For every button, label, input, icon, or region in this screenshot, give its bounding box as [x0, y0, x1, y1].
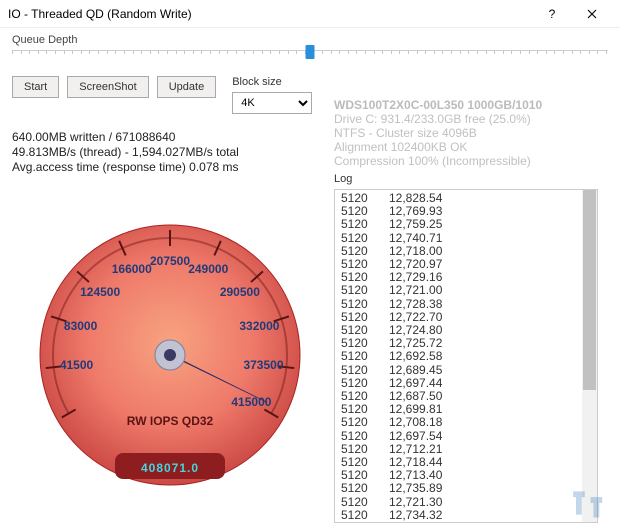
log-row: 512012,725.72: [341, 337, 595, 350]
blocksize-select[interactable]: 4K: [232, 92, 312, 114]
log-scrollbar[interactable]: [582, 190, 597, 522]
drive-info: WDS100T2X0C-00L350 1000GB/1010 Drive C: …: [334, 98, 542, 168]
drive-free: Drive C: 931.4/233.0GB free (25.0%): [334, 112, 542, 126]
queue-depth-slider[interactable]: [12, 50, 608, 54]
log-row: 512012,729.16: [341, 271, 595, 284]
gauge-readout: 408071.0: [141, 461, 199, 475]
svg-text:124500: 124500: [80, 285, 120, 299]
log-row: 512012,722.70: [341, 311, 595, 324]
screenshot-button[interactable]: ScreenShot: [67, 76, 148, 98]
svg-text:290500: 290500: [220, 285, 260, 299]
log-row: 512012,759.25: [341, 218, 595, 231]
log-row: 512012,697.54: [341, 430, 595, 443]
drive-model: WDS100T2X0C-00L350 1000GB/1010: [334, 98, 542, 112]
log-row: 512012,828.54: [341, 192, 595, 205]
log-row: 512012,718.44: [341, 456, 595, 469]
log-row: 512012,692.58: [341, 350, 595, 363]
watermark-logo: [570, 487, 614, 522]
log-row: 512012,721.00: [341, 284, 595, 297]
log-scroll-thumb[interactable]: [583, 190, 596, 390]
slider-thumb[interactable]: [306, 45, 315, 59]
drive-align: Alignment 102400KB OK: [334, 140, 542, 154]
log-row: 512012,712.21: [341, 443, 595, 456]
drive-fs: NTFS - Cluster size 4096B: [334, 126, 542, 140]
log-row: 512012,713.40: [341, 469, 595, 482]
log-label: Log: [334, 173, 606, 185]
svg-text:373500: 373500: [243, 358, 283, 372]
svg-text:332000: 332000: [239, 319, 279, 333]
log-row: 512012,740.71: [341, 232, 595, 245]
log-row: 512012,734.32: [341, 509, 595, 522]
log-row: 512012,724.80: [341, 324, 595, 337]
log-row: 512012,735.89: [341, 482, 595, 495]
window-titlebar: IO - Threaded QD (Random Write) ?: [0, 0, 620, 28]
svg-text:83000: 83000: [64, 319, 98, 333]
log-row: 512012,699.81: [341, 403, 595, 416]
log-row: 512012,689.45: [341, 364, 595, 377]
help-button[interactable]: ?: [532, 0, 572, 28]
log-row: 512012,708.18: [341, 416, 595, 429]
gauge-title: RW IOPS QD32: [127, 414, 214, 428]
log-row: 512012,728.38: [341, 298, 595, 311]
log-row: 512012,718.00: [341, 245, 595, 258]
help-icon: ?: [549, 0, 556, 28]
svg-text:207500: 207500: [150, 254, 190, 268]
log-row: 512012,697.44: [341, 377, 595, 390]
svg-text:41500: 41500: [60, 358, 94, 372]
start-button[interactable]: Start: [12, 76, 59, 98]
blocksize-label: Block size: [232, 76, 312, 88]
svg-text:166000: 166000: [112, 262, 152, 276]
window-title: IO - Threaded QD (Random Write): [8, 0, 532, 28]
close-icon: [587, 9, 597, 19]
log-row: 512012,769.93: [341, 205, 595, 218]
drive-comp: Compression 100% (Incompressible): [334, 154, 542, 168]
svg-text:249000: 249000: [188, 262, 228, 276]
log-box: 512012,828.54512012,769.93512012,759.255…: [334, 189, 598, 523]
update-button[interactable]: Update: [157, 76, 216, 98]
close-button[interactable]: [572, 0, 612, 28]
iops-gauge: 41500 83000 124500 166000207500249000 290500…: [20, 210, 320, 510]
log-row: 512012,720.97: [341, 258, 595, 271]
log-row: 512012,687.50: [341, 390, 595, 403]
log-row: 512012,721.30: [341, 496, 595, 509]
